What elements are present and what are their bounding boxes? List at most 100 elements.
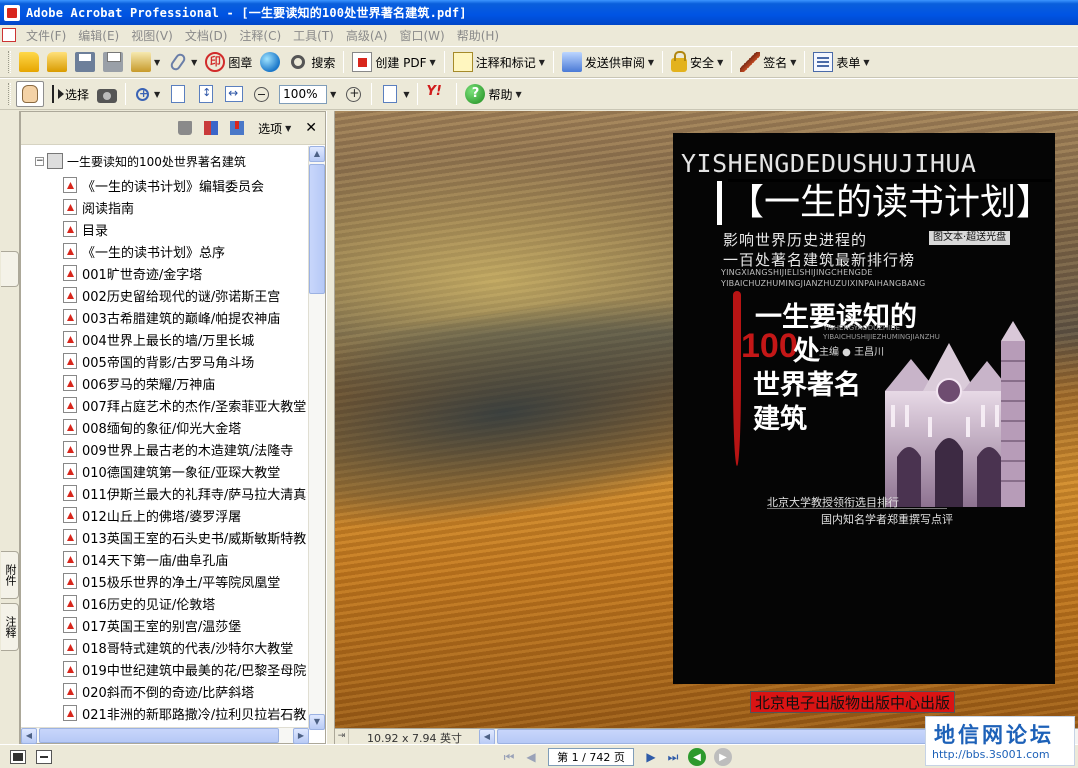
tab-comments[interactable]: 注释 bbox=[1, 603, 19, 651]
open-button[interactable] bbox=[16, 49, 42, 75]
next-page-icon[interactable]: ▶ bbox=[640, 748, 662, 766]
menu-tools[interactable]: 工具(T) bbox=[287, 25, 340, 45]
security-button[interactable]: 安全 ▼ bbox=[668, 49, 726, 75]
bookmarks-horizontal-scrollbar[interactable]: ◀ ▶ bbox=[21, 727, 309, 744]
print-button[interactable] bbox=[100, 49, 126, 75]
create-pdf-button[interactable]: 创建 PDF ▼ bbox=[349, 49, 438, 75]
save-button[interactable] bbox=[72, 49, 98, 75]
bookmark-item[interactable]: 018哥特式建筑的代表/沙特尔大教堂 bbox=[63, 636, 307, 658]
comment-markup-button[interactable]: 注释和标记 ▼ bbox=[450, 49, 548, 75]
bookmark-item[interactable]: 《一生的读书计划》编辑委员会 bbox=[63, 174, 307, 196]
fit-page-button[interactable] bbox=[193, 81, 219, 107]
bookmark-item[interactable]: 《一生的读书计划》总序 bbox=[63, 240, 307, 262]
tab-bookmarks[interactable] bbox=[1, 251, 19, 287]
select-tool-button[interactable]: 选择 bbox=[46, 81, 92, 107]
trash-icon[interactable] bbox=[178, 121, 193, 135]
menu-window[interactable]: 窗口(W) bbox=[393, 25, 450, 45]
fit-width-button[interactable] bbox=[221, 81, 247, 107]
previous-view-icon[interactable]: ◀ bbox=[688, 748, 706, 766]
scroll-left-icon[interactable]: ◀ bbox=[21, 728, 37, 744]
expand-bookmark-icon[interactable] bbox=[204, 121, 219, 135]
scroll-thumb[interactable] bbox=[39, 728, 279, 743]
bookmark-item[interactable]: 011伊斯兰最大的礼拜寺/萨马拉大清真寺 bbox=[63, 482, 307, 504]
document-menu-icon[interactable] bbox=[2, 28, 16, 42]
bookmark-item[interactable]: 009世界上最古老的木造建筑/法隆寺 bbox=[63, 438, 307, 460]
scroll-up-icon[interactable]: ▲ bbox=[309, 146, 325, 162]
bookmark-item[interactable]: 012山丘上的佛塔/婆罗浮屠 bbox=[63, 504, 307, 526]
organizer-button[interactable] bbox=[44, 49, 70, 75]
hand-tool-button[interactable] bbox=[16, 81, 44, 107]
page-number-field[interactable]: 第 1 / 742 页 bbox=[548, 748, 634, 766]
first-page-icon[interactable]: ⏮ bbox=[498, 748, 520, 766]
bookmark-item[interactable]: 010德国建筑第一象征/亚琛大教堂 bbox=[63, 460, 307, 482]
yahoo-button[interactable]: Y! bbox=[423, 81, 451, 107]
menu-view[interactable]: 视图(V) bbox=[125, 25, 179, 45]
menu-comments[interactable]: 注释(C) bbox=[233, 25, 287, 45]
attach-button[interactable]: ▼ bbox=[165, 49, 200, 75]
toolbar-grip[interactable] bbox=[8, 83, 11, 105]
open-folder-icon bbox=[19, 52, 39, 72]
bookmark-item[interactable]: 015极乐世界的净土/平等院凤凰堂 bbox=[63, 570, 307, 592]
organize-pages-button[interactable]: ▼ bbox=[128, 49, 163, 75]
bookmark-item[interactable]: 020斜而不倒的奇迹/比萨斜塔 bbox=[63, 680, 307, 702]
scroll-left-icon[interactable]: ◀ bbox=[479, 729, 495, 745]
bookmark-item[interactable]: 008缅甸的象征/仰光大金塔 bbox=[63, 416, 307, 438]
menu-document[interactable]: 文档(D) bbox=[179, 25, 234, 45]
bookmark-item[interactable]: 阅读指南 bbox=[63, 196, 307, 218]
bookmark-item[interactable]: 006罗马的荣耀/万神庙 bbox=[63, 372, 307, 394]
last-page-icon[interactable]: ⏭ bbox=[662, 748, 684, 766]
bookmark-item[interactable]: 004世界上最长的墙/万里长城 bbox=[63, 328, 307, 350]
forms-button[interactable]: 表单 ▼ bbox=[810, 49, 872, 75]
bookmark-item[interactable]: 005帝国的背影/古罗马角斗场 bbox=[63, 350, 307, 372]
page-layout-icon[interactable] bbox=[10, 749, 26, 764]
bookmark-item[interactable]: 014天下第一庙/曲阜孔庙 bbox=[63, 548, 307, 570]
actual-size-button[interactable] bbox=[165, 81, 191, 107]
bookmark-item[interactable]: 021非洲的新耶路撒冷/拉利贝拉岩石教堂 bbox=[63, 702, 307, 724]
scroll-thumb[interactable] bbox=[309, 164, 325, 294]
bookmark-page-icon bbox=[63, 551, 77, 567]
menu-file[interactable]: 文件(F) bbox=[20, 25, 72, 45]
bookmark-item[interactable]: 002历史留给现代的谜/弥诺斯王宫 bbox=[63, 284, 307, 306]
close-icon[interactable]: ✕ bbox=[305, 120, 317, 136]
document-view[interactable]: YISHENGDEDUSHUJIHUA 【一生的读书计划】 图文本·超送光盘 影… bbox=[335, 111, 1078, 728]
collapse-icon[interactable]: − bbox=[35, 156, 44, 166]
tab-attachments[interactable]: 附件 bbox=[1, 551, 19, 599]
snapshot-button[interactable] bbox=[94, 81, 120, 107]
zoom-in-button[interactable] bbox=[341, 81, 366, 107]
zoom-tool-button[interactable]: ▼ bbox=[131, 81, 163, 107]
bookmark-item[interactable]: 016历史的见证/伦敦塔 bbox=[63, 592, 307, 614]
email-button[interactable] bbox=[257, 49, 283, 75]
bookmark-item[interactable]: 007拜占庭艺术的杰作/圣索菲亚大教堂 bbox=[63, 394, 307, 416]
bookmarks-vertical-scrollbar[interactable]: ▲ ▼ bbox=[308, 146, 325, 730]
bookmark-item[interactable]: 003古希腊建筑的巅峰/帕提农神庙 bbox=[63, 306, 307, 328]
bookmark-item[interactable]: 013英国王室的石头史书/威斯敏斯特教堂 bbox=[63, 526, 307, 548]
new-bookmark-icon[interactable] bbox=[230, 121, 245, 135]
options-menu-button[interactable]: 选项 ▼ bbox=[258, 120, 291, 137]
previous-page-icon[interactable]: ◀ bbox=[520, 748, 542, 766]
menu-edit[interactable]: 编辑(E) bbox=[72, 25, 125, 45]
bookmark-item[interactable]: 019中世纪建筑中最美的花/巴黎圣母院 bbox=[63, 658, 307, 680]
zoom-out-button[interactable] bbox=[249, 81, 274, 107]
zoom-level-field[interactable]: 100% bbox=[279, 84, 328, 104]
toolbar-grip[interactable] bbox=[8, 51, 11, 73]
acrobat-app-icon[interactable] bbox=[4, 4, 20, 21]
menu-advanced[interactable]: 高级(A) bbox=[340, 25, 394, 45]
expand-panel-icon[interactable]: ⇥ bbox=[335, 729, 349, 744]
stamp-button[interactable]: 印图章 bbox=[202, 49, 255, 75]
next-view-icon[interactable]: ▶ bbox=[714, 748, 732, 766]
rotate-view-button[interactable]: ▼ bbox=[377, 81, 412, 107]
bookmark-item[interactable]: 目录 bbox=[63, 218, 307, 240]
bookmark-root[interactable]: − 一生要读知的100处世界著名建筑 bbox=[35, 151, 246, 171]
scroll-down-icon[interactable]: ▼ bbox=[309, 714, 325, 730]
help-button[interactable]: ? 帮助 ▼ bbox=[462, 81, 524, 107]
page-display-icon[interactable] bbox=[36, 749, 52, 764]
scroll-right-icon[interactable]: ▶ bbox=[293, 728, 309, 744]
bookmark-item[interactable]: 017英国王室的别宫/温莎堡 bbox=[63, 614, 307, 636]
search-button[interactable]: 搜索 bbox=[285, 49, 338, 75]
zoom-level-select[interactable]: 100% ▼ bbox=[276, 81, 339, 107]
panel-splitter[interactable] bbox=[326, 111, 335, 744]
send-review-button[interactable]: 发送供审阅 ▼ bbox=[559, 49, 657, 75]
sign-button[interactable]: 签名 ▼ bbox=[737, 49, 799, 75]
menu-help[interactable]: 帮助(H) bbox=[451, 25, 505, 45]
bookmark-item[interactable]: 001旷世奇迹/金字塔 bbox=[63, 262, 307, 284]
